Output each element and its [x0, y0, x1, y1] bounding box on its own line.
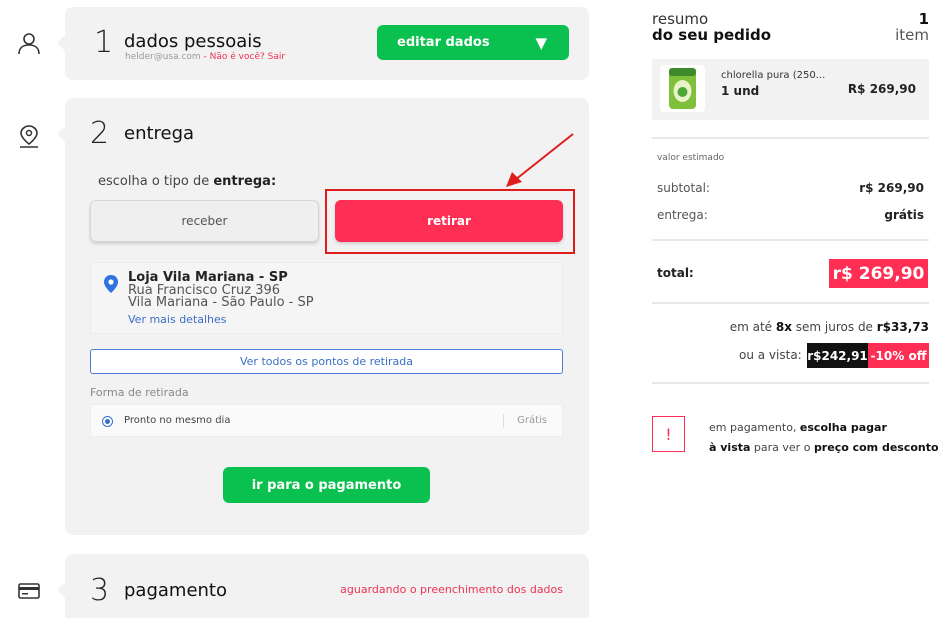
divider [652, 382, 929, 384]
user-icon [16, 30, 42, 56]
edit-data-label: editar dados [397, 35, 490, 50]
payment-notice: em pagamento, escolha pagar à vista para… [709, 421, 939, 454]
step-number: 2 [90, 116, 110, 151]
annotation-arrow-icon [506, 133, 574, 187]
summary-item-count: 1 item [895, 10, 929, 44]
credit-card-icon [16, 578, 42, 604]
shipping-value: grátis [884, 208, 924, 222]
total-label: total: [657, 266, 694, 280]
store-info-box: Loja Vila Mariana - SP Rua Francisco Cru… [90, 262, 563, 334]
radio-selected-icon[interactable] [102, 416, 113, 427]
location-pin-icon [16, 123, 42, 149]
product-quantity: 1 und [721, 84, 760, 98]
payment-status: aguardando o preenchimento dos dados [340, 583, 563, 596]
cash-discount-badge: -10% off [868, 343, 929, 368]
total-value: r$ 269,90 [829, 259, 928, 288]
product-price: R$ 269,90 [847, 82, 916, 96]
step-title: pagamento [124, 580, 227, 601]
product-item: chlorella pura (250... 1 und R$ 269,90 [652, 59, 929, 120]
user-email: helder@usa.com [125, 52, 201, 62]
product-image [660, 65, 705, 112]
not-you-link[interactable]: - Não é você? Sair [201, 52, 286, 62]
pickup-option-price: Grátis [517, 415, 547, 426]
step-number: 1 [94, 25, 114, 60]
store-details-link[interactable]: Ver mais detalhes [128, 313, 227, 326]
step-title: entrega [124, 123, 195, 144]
chevron-down-icon: ▼ [535, 33, 547, 52]
product-name: chlorella pura (250... [721, 70, 826, 81]
payment-card: 3 pagamento aguardando o preenchimento d… [57, 554, 589, 618]
receive-option-button[interactable]: receber [90, 200, 319, 242]
delivery-type-prompt: escolha o tipo de entrega: [98, 174, 277, 189]
map-marker-icon [104, 275, 118, 293]
edit-data-button[interactable]: editar dados ▼ [377, 25, 569, 60]
go-to-payment-button[interactable]: ir para o pagamento [223, 467, 430, 503]
all-pickup-points-button[interactable]: Ver todos os pontos de retirada [90, 349, 563, 374]
step-number: 3 [90, 573, 110, 608]
subtotal-value: r$ 269,90 [859, 181, 924, 195]
installments-text: em até 8x sem juros de r$33,73 [729, 320, 929, 334]
pickup-option-label: Pronto no mesmo dia [124, 415, 231, 426]
annotation-highlight [325, 189, 575, 254]
subtotal-label: subtotal: [657, 181, 710, 195]
estimated-label: valor estimado [657, 153, 725, 163]
cash-price: r$242,91 [807, 343, 868, 368]
pickup-form-label: Forma de retirada [90, 386, 189, 399]
user-email-line: helder@usa.com - Não é você? Sair [125, 52, 285, 62]
step-title: dados pessoais [124, 31, 262, 52]
store-city: Vila Mariana - São Paulo - SP [128, 295, 314, 310]
divider [652, 239, 929, 241]
personal-data-card: 1 dados pessoais helder@usa.com - Não é … [57, 7, 589, 80]
shipping-label: entrega: [657, 208, 708, 222]
divider [652, 302, 929, 304]
divider [652, 137, 929, 139]
alert-icon: ! [652, 416, 685, 452]
cash-label: ou a vista: [739, 348, 802, 362]
summary-title: resumo do seu pedido [652, 10, 772, 44]
pickup-option-row[interactable]: Pronto no mesmo dia Grátis [90, 404, 563, 437]
divider [503, 414, 504, 428]
